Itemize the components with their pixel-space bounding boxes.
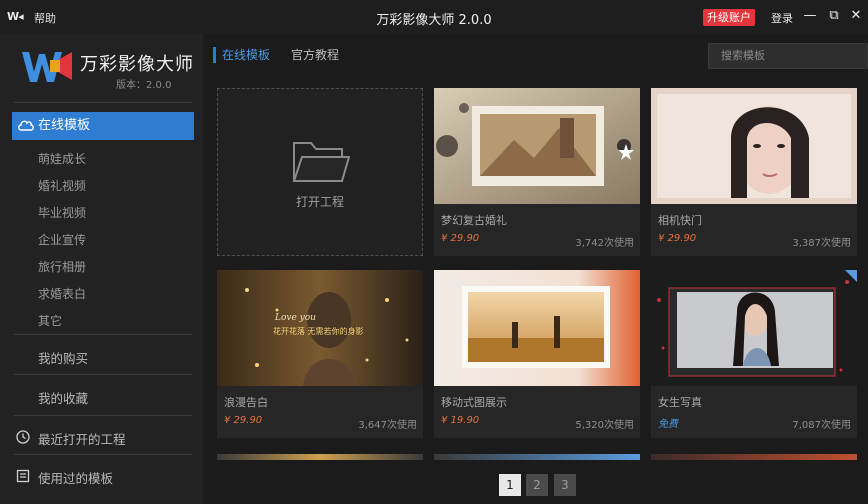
card-title: 移动式图展示 bbox=[441, 396, 507, 409]
card-price: ¥ 19.90 bbox=[441, 415, 480, 426]
title-bar: W◂ 帮助 万彩影像大师 2.0.0 升级账户 登录 — ⧉ ✕ bbox=[0, 0, 868, 34]
card-title: 女生写真 bbox=[658, 396, 702, 409]
page-button-1[interactable]: 1 bbox=[499, 474, 521, 496]
template-card[interactable]: 相机快门 ¥ 29.90 3,387次使用 bbox=[651, 88, 857, 256]
template-thumbnail bbox=[434, 88, 640, 204]
template-thumbnail: Love you 花开花落 无需若你的身影 bbox=[217, 270, 423, 386]
sidebar-subitem[interactable]: 旅行相册 bbox=[38, 258, 86, 275]
page-button-2[interactable]: 2 bbox=[526, 474, 548, 496]
card-price: ¥ 29.90 bbox=[441, 233, 480, 244]
card-title: 浪漫告白 bbox=[224, 396, 268, 409]
card-price: ¥ 29.90 bbox=[224, 415, 263, 426]
card-uses: 3,387次使用 bbox=[792, 238, 851, 249]
sidebar-item-used-templates[interactable]: 使用过的模板 bbox=[16, 468, 114, 487]
divider bbox=[14, 415, 192, 416]
divider bbox=[14, 374, 192, 375]
sidebar-item-online-templates[interactable]: 在线模板 bbox=[12, 112, 194, 140]
sidebar-item-purchases[interactable]: 我的购买 bbox=[38, 348, 88, 367]
divider bbox=[14, 334, 192, 335]
brand: 万彩影像大师 版本：2.0.0 bbox=[20, 44, 195, 94]
restore-icon[interactable]: ⧉ bbox=[827, 8, 841, 24]
page-button-3[interactable]: 3 bbox=[554, 474, 576, 496]
card-price: ¥ 29.90 bbox=[658, 233, 697, 244]
sidebar-item-favorites[interactable]: 我的收藏 bbox=[38, 388, 88, 407]
brand-name: 万彩影像大师 bbox=[80, 54, 194, 75]
tab-bar: 在线模板 官方教程 搜索模板 bbox=[203, 34, 868, 78]
open-project-card[interactable]: 打开工程 bbox=[217, 88, 423, 256]
clock-icon bbox=[16, 430, 30, 444]
template-thumbnail bbox=[651, 270, 857, 386]
sidebar-subitem[interactable]: 其它 bbox=[38, 312, 62, 329]
sidebar-item-label: 在线模板 bbox=[38, 118, 91, 133]
template-card[interactable]: 女生写真 免费 7,087次使用 bbox=[651, 270, 857, 438]
tab-official-tutorials[interactable]: 官方教程 bbox=[291, 47, 339, 63]
minimize-icon[interactable]: — bbox=[803, 8, 817, 24]
next-row-card-edge bbox=[217, 454, 423, 460]
next-row-card-edge bbox=[434, 454, 640, 460]
sidebar: 万彩影像大师 版本：2.0.0 在线模板 萌娃成长 婚礼视频 毕业视频 企业宣传… bbox=[0, 34, 203, 504]
sidebar-subitem[interactable]: 婚礼视频 bbox=[38, 177, 86, 194]
sidebar-subitem[interactable]: 求婚表白 bbox=[38, 285, 86, 302]
template-icon bbox=[16, 469, 30, 483]
card-title: 梦幻复古婚礼 bbox=[441, 214, 507, 227]
sidebar-item-label: 使用过的模板 bbox=[38, 471, 114, 486]
card-title: 相机快门 bbox=[658, 214, 702, 227]
template-thumbnail bbox=[651, 88, 857, 204]
card-uses: 7,087次使用 bbox=[792, 420, 851, 431]
sidebar-subitem[interactable]: 萌娃成长 bbox=[38, 150, 86, 167]
overlay-text: 花开花落 无需若你的身影 bbox=[273, 326, 364, 336]
search-input[interactable]: 搜索模板 bbox=[708, 43, 868, 69]
card-uses: 3,742次使用 bbox=[575, 238, 634, 249]
template-thumbnail bbox=[434, 270, 640, 386]
tab-online-templates[interactable]: 在线模板 bbox=[213, 47, 270, 63]
card-uses: 5,320次使用 bbox=[575, 420, 634, 431]
card-uses: 3,647次使用 bbox=[358, 420, 417, 431]
next-row-card-edge bbox=[651, 454, 857, 460]
cloud-icon bbox=[18, 120, 34, 131]
divider bbox=[14, 102, 192, 103]
sidebar-item-recent-projects[interactable]: 最近打开的工程 bbox=[16, 429, 126, 448]
upgrade-account-button[interactable]: 升级账户 bbox=[703, 9, 755, 26]
wancai-logo-icon bbox=[22, 52, 72, 82]
divider bbox=[14, 454, 192, 455]
sidebar-subitem[interactable]: 企业宣传 bbox=[38, 231, 86, 248]
folder-icon bbox=[292, 142, 350, 182]
template-card[interactable]: 梦幻复古婚礼 ¥ 29.90 3,742次使用 bbox=[434, 88, 640, 256]
open-project-label: 打开工程 bbox=[295, 195, 344, 209]
template-card[interactable]: 移动式图展示 ¥ 19.90 5,320次使用 bbox=[434, 270, 640, 438]
sidebar-subitem[interactable]: 毕业视频 bbox=[38, 204, 86, 221]
template-card[interactable]: Love you 花开花落 无需若你的身影 浪漫告白 ¥ 29.90 3,647… bbox=[217, 270, 423, 438]
card-price: 免费 bbox=[658, 419, 678, 430]
overlay-title: Love you bbox=[274, 313, 316, 323]
login-button[interactable]: 登录 bbox=[771, 10, 793, 26]
brand-version: 版本：2.0.0 bbox=[116, 80, 172, 91]
close-icon[interactable]: ✕ bbox=[849, 8, 863, 24]
sidebar-item-label: 最近打开的工程 bbox=[38, 432, 126, 447]
